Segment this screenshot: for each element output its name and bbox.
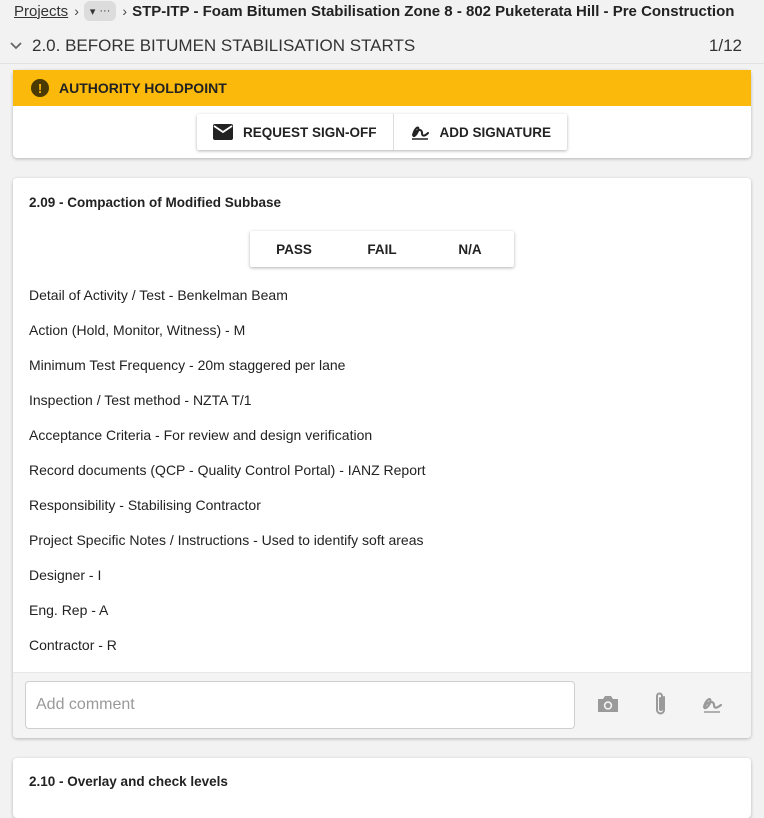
chevron-right-icon: ›: [74, 3, 79, 19]
signature-icon[interactable]: [697, 689, 727, 719]
detail-line: Inspection / Test method - NZTA T/1: [29, 392, 252, 408]
alert-icon: !: [31, 79, 49, 97]
mail-icon: [212, 124, 233, 140]
holdpoint-button-group: REQUEST SIGN-OFF ADD SIGNATURE: [196, 114, 568, 150]
breadcrumb-current: STP-ITP - Foam Bitumen Stabilisation Zon…: [132, 2, 735, 20]
section-header[interactable]: 2.0. BEFORE BITUMEN STABILISATION STARTS…: [0, 28, 764, 64]
chevron-right-icon: ›: [122, 3, 128, 19]
camera-icon[interactable]: [593, 689, 623, 719]
detail-line: Acceptance Criteria - For review and des…: [29, 427, 373, 443]
fail-button[interactable]: FAIL: [338, 231, 426, 267]
more-icon: ···: [99, 5, 111, 17]
chevron-down-icon[interactable]: [10, 40, 22, 52]
add-signature-button[interactable]: ADD SIGNATURE: [392, 114, 568, 150]
breadcrumb-more-button[interactable]: ▾ ···: [83, 1, 117, 21]
detail-line: Responsibility - Stabilising Contractor: [29, 497, 261, 513]
holdpoint-card: ! AUTHORITY HOLDPOINT REQUEST SIGN-OFF A…: [13, 70, 751, 158]
chevron-down-icon: ▾: [89, 5, 96, 18]
result-button-group: PASS FAIL N/A: [250, 231, 514, 267]
detail-line: Action (Hold, Monitor, Witness) - M: [29, 322, 246, 338]
detail-line: Designer - I: [29, 567, 102, 583]
breadcrumb-projects-link[interactable]: Projects: [14, 3, 68, 20]
section-title: 2.0. BEFORE BITUMEN STABILISATION STARTS: [32, 35, 416, 55]
breadcrumb: Projects › ▾ ··· › STP-ITP - Foam Bitume…: [0, 0, 764, 22]
detail-line: Eng. Rep - A: [29, 602, 109, 618]
section-count: 1/12: [708, 35, 742, 55]
detail-line: Record documents (QCP - Quality Control …: [29, 462, 426, 478]
detail-line: Contractor - R: [29, 637, 117, 653]
detail-line: Project Specific Notes / Instructions - …: [29, 532, 424, 548]
request-sign-off-label: REQUEST SIGN-OFF: [242, 124, 377, 140]
next-item-card: 2.10 - Overlay and check levels: [13, 758, 751, 818]
paperclip-icon[interactable]: [646, 689, 676, 719]
detail-line: Detail of Activity / Test - Benkelman Be…: [29, 287, 288, 303]
comment-bar: [13, 672, 751, 738]
holdpoint-actions: REQUEST SIGN-OFF ADD SIGNATURE: [13, 114, 751, 150]
signature-icon: [410, 123, 430, 141]
holdpoint-label: AUTHORITY HOLDPOINT: [59, 80, 227, 96]
holdpoint-banner: ! AUTHORITY HOLDPOINT: [13, 70, 751, 106]
add-signature-label: ADD SIGNATURE: [439, 124, 552, 140]
comment-input[interactable]: [25, 681, 575, 729]
pass-button[interactable]: PASS: [250, 231, 338, 267]
item-title: 2.09 - Compaction of Modified Subbase: [29, 195, 282, 210]
inspection-item-card: 2.09 - Compaction of Modified Subbase PA…: [13, 178, 751, 738]
item-details: Detail of Activity / Test - Benkelman Be…: [29, 286, 426, 671]
next-item-title: 2.10 - Overlay and check levels: [29, 774, 228, 789]
detail-line: Minimum Test Frequency - 20m staggered p…: [29, 357, 346, 373]
na-button[interactable]: N/A: [426, 231, 514, 267]
request-sign-off-button[interactable]: REQUEST SIGN-OFF: [197, 114, 393, 150]
